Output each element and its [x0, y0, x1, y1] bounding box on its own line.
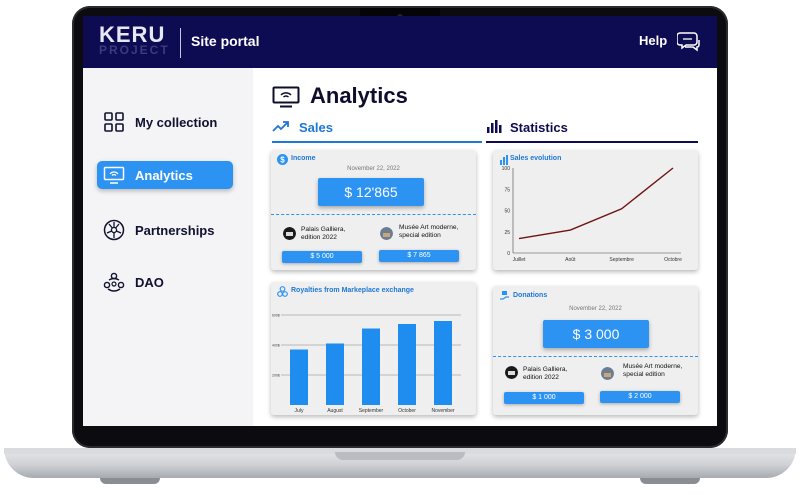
sidebar-item-label: Analytics: [135, 167, 193, 183]
y-tick-label: 100: [502, 166, 511, 172]
museum-photo-icon: [601, 367, 614, 380]
dashed-divider: [493, 356, 698, 357]
y-tick-label: 400$: [272, 344, 280, 348]
tab-statistics-underline: [486, 141, 698, 143]
event-name: Palais Galliera, edition 2022: [301, 226, 346, 241]
x-tick-label: Août: [565, 257, 576, 263]
income-date: November 22, 2022: [347, 166, 400, 172]
trend-up-icon: [272, 121, 289, 132]
royalties-chart: 200$ 400$ 600$ July August September October No…: [272, 314, 461, 414]
page-title: Analytics: [310, 83, 408, 108]
dashed-divider: [271, 214, 476, 215]
laptop-foot: [640, 478, 700, 484]
event-name: Musée Art moderne, special edition: [623, 363, 683, 378]
sidebar-item-partnerships[interactable]: Partnerships: [97, 216, 233, 244]
royalties-card: Royalties from Markeplace exchange 200$ 4…: [271, 282, 476, 415]
x-tick-label: November: [431, 408, 454, 414]
bar: [326, 343, 344, 405]
card-title: Royalties from Markeplace exchange: [291, 287, 414, 294]
card-title: Donations: [513, 292, 548, 299]
sidebar-item-analytics[interactable]: Analytics: [97, 161, 233, 189]
logo[interactable]: KERU PROJECT: [99, 24, 175, 60]
x-tick-label: Septembre: [609, 257, 634, 263]
monitor-icon: [103, 166, 125, 184]
laptop-groove: [335, 452, 465, 460]
y-tick-label: 50: [504, 209, 510, 215]
sidebar-item-label: Partnerships: [135, 222, 215, 238]
museum-icon: [283, 227, 296, 240]
series-line: [518, 167, 674, 240]
x-tick-label: October: [398, 408, 416, 414]
x-tick-label: August: [327, 408, 343, 414]
sidebar-item-label: DAO: [135, 274, 164, 290]
y-tick-label: 75: [504, 187, 510, 193]
museum-photo-icon: [380, 227, 393, 240]
event-amount: $ 7 865: [379, 250, 459, 262]
y-tick-label: 0: [507, 251, 510, 257]
x-tick-label: September: [359, 408, 384, 414]
sidebar: My collection Analytics Partnerships DAO: [83, 68, 253, 426]
y-tick-label: 600$: [272, 314, 280, 318]
bar: [362, 328, 380, 405]
event-name: Palais Galliera, edition 2022: [523, 366, 568, 381]
x-tick-label: July: [295, 408, 304, 414]
screen: KERU PROJECT Site portal Help My collect…: [83, 16, 717, 426]
y-tick-label: 25: [504, 230, 510, 236]
event-amount: $ 2 000: [600, 391, 680, 403]
top-bar: KERU PROJECT Site portal Help: [83, 16, 717, 68]
y-tick-label: 200$: [272, 374, 280, 378]
portal-title: Site portal: [191, 33, 260, 49]
partnership-icon: [103, 219, 125, 241]
tab-label: Statistics: [510, 120, 568, 135]
income-card: $ Income November 22, 2022 $ 12'865 Pala…: [271, 150, 476, 270]
event-name: Musée Art moderne, special edition: [399, 224, 459, 239]
bar: [398, 324, 416, 405]
bar: [434, 321, 452, 405]
tab-label: Sales: [299, 120, 333, 135]
monitor-icon: [272, 86, 300, 108]
event-amount: $ 1 000: [504, 392, 584, 404]
logo-subtext: PROJECT: [99, 43, 170, 57]
header-divider: [180, 28, 181, 58]
donations-amount: $ 3 000: [543, 320, 649, 348]
card-title: Income: [291, 155, 316, 162]
help-link[interactable]: Help: [639, 33, 667, 48]
card-title: Sales evolution: [510, 155, 562, 162]
x-tick-label: Juillet: [513, 257, 526, 263]
donation-hand-icon: [500, 291, 509, 300]
sidebar-item-label: My collection: [135, 114, 218, 130]
laptop-frame: KERU PROJECT Site portal Help My collect…: [0, 0, 800, 495]
museum-icon: [505, 366, 518, 379]
chat-icon[interactable]: [677, 30, 701, 52]
sales-evolution-chart: 0 25 50 75 100 Juillet Août Septembre Octobre: [502, 166, 682, 263]
bar-chart-icon: [487, 120, 502, 133]
donations-date: November 22, 2022: [569, 306, 622, 312]
sidebar-item-dao[interactable]: DAO: [97, 268, 233, 296]
main-content: Analytics Sales Statistics $ Income Nove…: [253, 68, 717, 426]
svg-text:$: $: [280, 155, 285, 164]
sales-evolution-card: Sales evolution 0 25 50 75 100 Juillet Août Sep…: [493, 150, 698, 270]
event-amount: $ 5 000: [282, 251, 362, 263]
bar: [290, 349, 308, 405]
x-tick-label: Octobre: [664, 257, 682, 263]
income-amount: $ 12'865: [318, 178, 424, 206]
tab-sales-underline: [272, 141, 482, 143]
laptop-foot: [100, 478, 160, 484]
donations-card: Donations November 22, 2022 $ 3 000 Pala…: [493, 286, 698, 415]
sidebar-item-my-collection[interactable]: My collection: [97, 108, 233, 136]
community-icon: [103, 272, 125, 292]
dollar-icon: $: [277, 154, 288, 165]
grid-icon: [104, 112, 124, 132]
